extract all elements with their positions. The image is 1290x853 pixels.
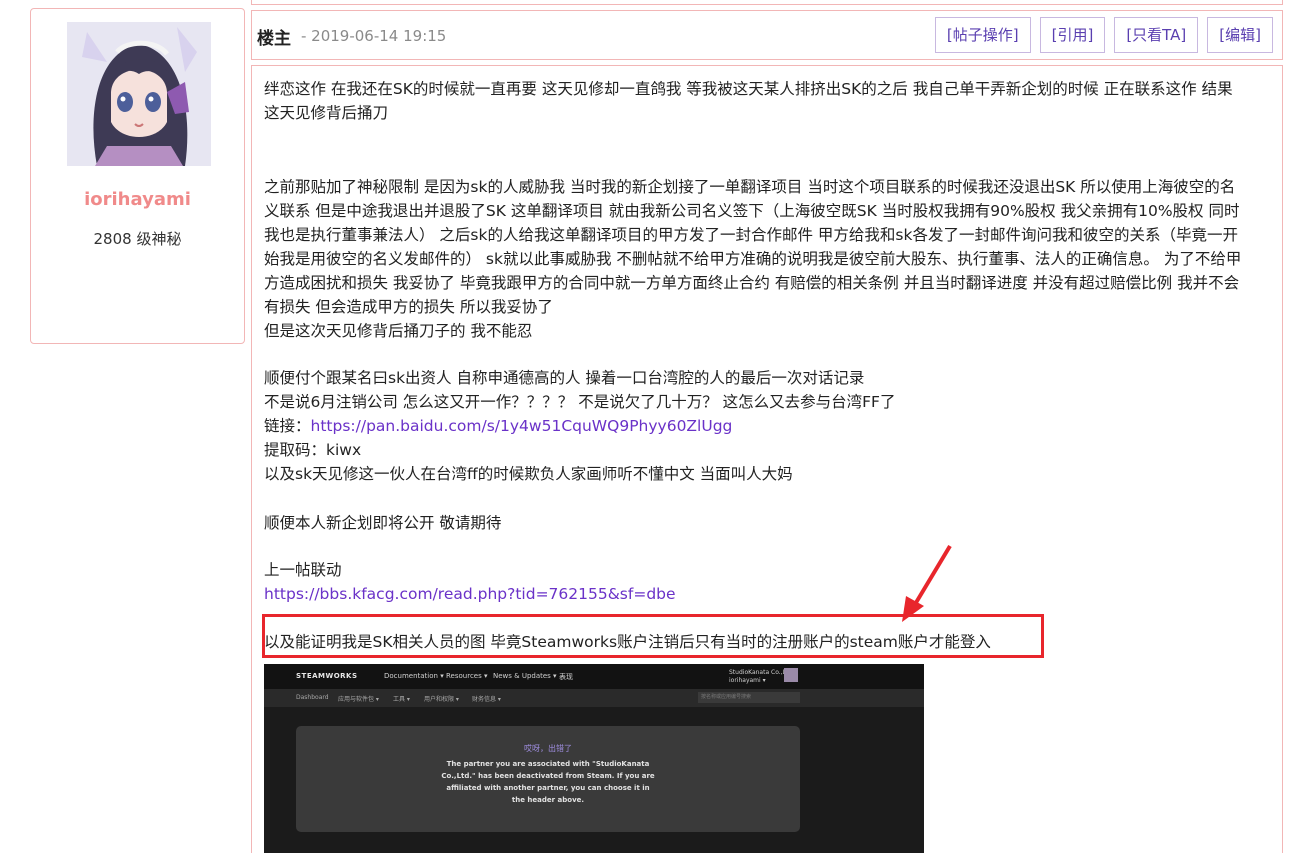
post-line: 这天见修背后捅刀	[264, 104, 389, 122]
post-line: 有损失 但会造成甲方的损失 所以我妥协了	[264, 298, 553, 316]
post-line: 方造成困扰和损失 我妥协了 毕竟我跟甲方的合同中就一方单方面终止合约 有赔偿的相…	[264, 274, 1240, 292]
post-line: 义联系 但是中途我退出并退股了SK 这单翻译项目 就由我新公司名义签下（上海彼空…	[264, 202, 1240, 220]
steam-subnav-item: Dashboard	[296, 694, 329, 701]
steam-menu-item: News & Updates ▾	[493, 672, 557, 680]
post-date: - 2019-06-14 19:15	[301, 27, 447, 45]
quote-button[interactable]: [引用]	[1039, 17, 1106, 53]
post-operations-button[interactable]: [帖子操作]	[934, 17, 1031, 53]
post-actions: [帖子操作] [引用] [只看TA] [编辑]	[934, 17, 1273, 53]
steam-error-line: Co.,Ltd." has been deactivated from Stea…	[441, 772, 655, 780]
post-header: 楼主 - 2019-06-14 19:15 [帖子操作] [引用] [只看TA]…	[251, 10, 1283, 60]
anime-girl-avatar-icon	[67, 22, 211, 166]
floor-label: 楼主	[257, 29, 291, 49]
announcement-line: 顺便本人新企划即将公开 敬请期待	[264, 514, 502, 532]
post-body: 绊恋这作 在我还在SK的时候就一直再要 这天见修却一直鸽我 等我被这天某人排挤出…	[251, 65, 1283, 853]
previous-post-link[interactable]: https://bbs.kfacg.com/read.php?tid=76215…	[264, 585, 676, 603]
red-arrow-icon	[902, 544, 952, 622]
user-card: iorihayami 2808 级神秘	[30, 8, 245, 344]
post-line: 之前那贴加了神秘限制 是因为sk的人威胁我 当时我的新企划接了一单翻译项目 当时…	[264, 178, 1236, 196]
steam-avatar-icon	[784, 668, 798, 682]
steam-subnav-item: 用户和权限 ▾	[424, 696, 459, 703]
post-line: 但是这次天见修背后捅刀子的 我不能忍	[264, 322, 533, 340]
steam-menu-item: 表现	[559, 673, 573, 681]
steam-error-panel: 哎呀，出错了 The partner you are associated wi…	[296, 726, 800, 832]
steam-topbar: STEAMWORKS Documentation ▾ Resources ▾ N…	[264, 664, 924, 689]
forum-thread-page: iorihayami 2808 级神秘 楼主 - 2019-06-14 19:1…	[0, 0, 1290, 853]
steam-subnav: Dashboard 应用与软件包 ▾ 工具 ▾ 用户和权限 ▾ 财务信息 ▾ 按…	[264, 689, 924, 707]
post-line: 始我是用彼空的名义发邮件的） sk就以此事威胁我 不删帖就不给甲方准确的说明我是…	[264, 250, 1242, 268]
previous-post-line: https://bbs.kfacg.com/read.php?tid=76215…	[264, 582, 676, 606]
user-level: 2808 级神秘	[93, 230, 182, 248]
extraction-code: 提取码：kiwx	[264, 441, 362, 459]
steam-error-line: the header above.	[511, 796, 585, 804]
post-line: 绊恋这作 在我还在SK的时候就一直再要 这天见修却一直鸽我 等我被这天某人排挤出…	[264, 80, 1233, 98]
steamworks-screenshot[interactable]: STEAMWORKS Documentation ▾ Resources ▾ N…	[264, 664, 924, 853]
steamworks-logo: STEAMWORKS	[296, 672, 358, 680]
steam-subnav-item: 应用与软件包 ▾	[338, 696, 379, 703]
edit-button[interactable]: [编辑]	[1207, 17, 1273, 53]
previous-post-edge	[251, 0, 1283, 5]
post-line: 顺便付个跟某名曰sk出资人 自称申通德高的人 操着一口台湾腔的人的最后一次对话记…	[264, 369, 865, 387]
post-line: 以及sk天见修这一伙人在台湾ff的时候欺负人家画师听不懂中文 当面叫人大妈	[264, 465, 793, 483]
steam-subnav-item: 财务信息 ▾	[472, 696, 501, 703]
steam-error-title: 哎呀，出错了	[524, 744, 572, 753]
username[interactable]: iorihayami	[31, 189, 244, 210]
baidu-pan-link[interactable]: https://pan.baidu.com/s/1y4w51CquWQ9Phyy…	[311, 417, 733, 435]
baidu-link-line: 链接：https://pan.baidu.com/s/1y4w51CquWQ9P…	[264, 414, 732, 438]
steam-account-user: iorihayami ▾	[729, 677, 766, 684]
steam-error-line: affiliated with another partner, you can…	[446, 784, 650, 792]
only-view-author-button[interactable]: [只看TA]	[1114, 17, 1199, 53]
steam-subnav-item: 工具 ▾	[393, 696, 410, 703]
previous-post-label: 上一帖联动	[264, 561, 342, 579]
post-line: 我也是执行董事兼法人） 之后sk的人给我这单翻译项目的甲方发了一封合作邮件 甲方…	[264, 226, 1238, 244]
post-line: 不是说6月注销公司 怎么这又开一作？？？？ 不是说欠了几十万？ 这怎么又去参与台…	[264, 393, 896, 411]
steam-menu-item: Resources ▾	[446, 672, 488, 680]
link-label: 链接：	[264, 417, 311, 435]
steam-error-line: The partner you are associated with "Stu…	[446, 760, 650, 768]
steam-search-input: 按名称或应用编号搜索	[698, 692, 800, 703]
steam-menu-item: Documentation ▾	[384, 672, 444, 680]
avatar[interactable]	[67, 22, 211, 166]
